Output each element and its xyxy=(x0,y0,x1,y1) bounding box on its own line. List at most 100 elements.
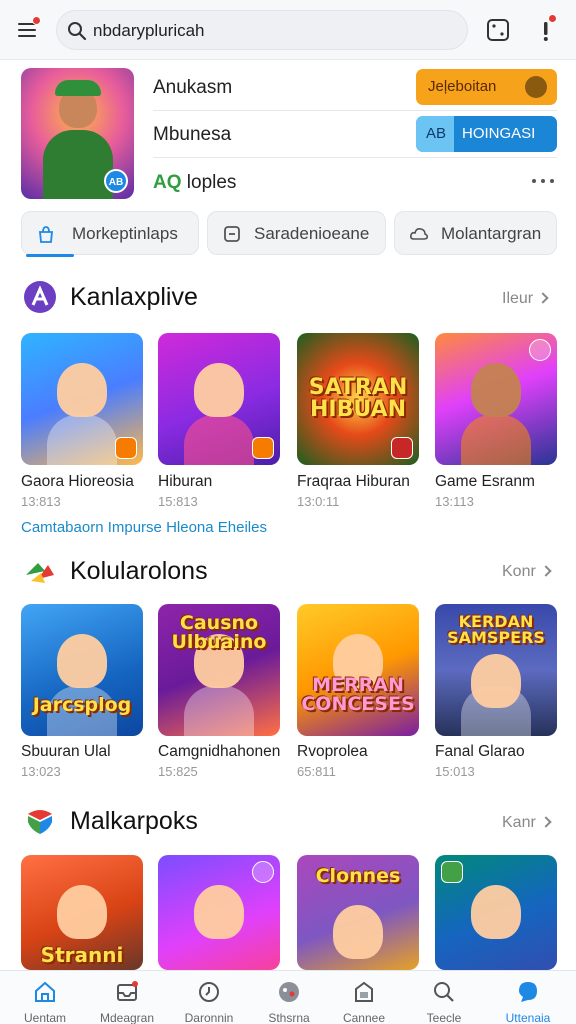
stat-prefix: AQ xyxy=(153,172,182,193)
secondary-action-prefix: AB xyxy=(426,125,447,142)
secondary-action-button[interactable]: AB HOINGASI xyxy=(416,116,557,152)
game-time: 15:813 xyxy=(158,494,198,509)
game-badge-icon xyxy=(529,339,551,361)
notification-dot xyxy=(548,14,557,23)
game-thumbnail: SATRAN HIBUAN xyxy=(297,333,419,465)
game-art-title: Causno Ulbuaino xyxy=(171,612,267,653)
more-label: Kanr xyxy=(502,814,536,831)
hamburger-menu-icon[interactable] xyxy=(14,16,42,44)
game-art-title: SATRAN HIBUAN xyxy=(308,375,408,422)
nav-item-2[interactable]: Daronnin xyxy=(168,971,250,1024)
top-bar xyxy=(0,0,576,60)
search-bar[interactable] xyxy=(56,10,468,50)
nav-label: Mdeagran xyxy=(99,1011,155,1024)
section-title: Malkarpoks xyxy=(70,807,198,835)
secondary-action-label: HOINGASI xyxy=(462,125,536,142)
game-time: 13:0:11 xyxy=(297,494,340,509)
search-icon xyxy=(434,982,454,1002)
inbox-icon xyxy=(117,981,138,1001)
game-thumbnail xyxy=(158,855,280,970)
store-icon xyxy=(355,981,373,1002)
more-label: Konr xyxy=(502,563,536,580)
active-chip-indicator xyxy=(26,254,74,257)
game-title: Sbuuran Ulal xyxy=(21,743,111,760)
nav-label: Sthsrna xyxy=(268,1011,310,1024)
game-time: 13:023 xyxy=(21,764,61,779)
game-title: Rvoprolea xyxy=(297,743,368,760)
chip-tab-1[interactable]: Saradenioeane xyxy=(207,211,386,255)
notification-icon[interactable] xyxy=(532,14,560,44)
game-time: 65:811 xyxy=(297,764,336,779)
flame-icon xyxy=(525,76,547,98)
game-time: 13:813 xyxy=(21,494,61,509)
colorful-bird-icon xyxy=(23,555,57,589)
game-time: 13:113 xyxy=(435,494,474,509)
game-title: Fraqraa Hiburan xyxy=(297,473,410,490)
nav-item-5[interactable]: Teecle xyxy=(403,971,485,1024)
bottom-navigation: Uentam Mdeagran Daronnin Sthsrna Cannee xyxy=(0,970,576,1024)
divider xyxy=(153,157,557,158)
nav-label: Uentam xyxy=(23,1011,67,1024)
game-title: Gaora Hioreosia xyxy=(21,473,134,490)
primary-action-label: Jeļeboitan xyxy=(428,78,497,95)
chip-label: Morkeptinlaps xyxy=(72,224,178,243)
game-badge-icon xyxy=(441,861,463,883)
divider xyxy=(153,110,557,111)
cloud-icon xyxy=(410,228,429,240)
game-badge-icon xyxy=(115,437,137,459)
game-thumbnail: Clonnes xyxy=(297,855,419,970)
profile-avatar[interactable]: AB xyxy=(21,68,134,199)
chevron-right-icon xyxy=(540,565,552,577)
nav-item-1[interactable]: Mdeagran xyxy=(86,971,168,1024)
game-art-title: KERDAN SAMSPERS xyxy=(447,612,545,647)
nav-item-4[interactable]: Cannee xyxy=(323,971,405,1024)
a-logo-icon xyxy=(23,280,57,314)
game-thumbnail xyxy=(435,333,557,465)
chevron-right-icon xyxy=(540,816,552,828)
chip-tab-0[interactable]: Morkeptinlaps xyxy=(21,211,199,255)
profile-stat: AQ loples xyxy=(153,172,236,194)
more-label: Ileur xyxy=(502,290,534,307)
game-thumbnail: Jarcsplog xyxy=(21,604,143,736)
colorful-shield-icon xyxy=(23,804,57,838)
nav-label: Daronnin xyxy=(184,1011,234,1024)
dice-icon[interactable] xyxy=(484,16,512,44)
game-badge-icon xyxy=(252,861,274,883)
game-art-title: Jarcsplog xyxy=(32,694,132,716)
game-thumbnail: Stranni xyxy=(21,855,143,970)
section-more-link[interactable]: Kanr xyxy=(502,814,552,832)
section-title: Kanlaxplive xyxy=(70,283,198,311)
bag-icon xyxy=(39,226,53,243)
stat-label: loples xyxy=(186,172,237,193)
game-title: Camgnidhahonen xyxy=(158,743,281,760)
clock-icon xyxy=(199,982,219,1002)
game-globe-icon xyxy=(279,982,299,1002)
chip-tab-2[interactable]: Molantargran xyxy=(394,211,557,255)
game-title: Game Esranm xyxy=(435,473,535,490)
search-input[interactable] xyxy=(93,17,453,45)
section-title: Kolularolons xyxy=(70,557,208,585)
box-icon xyxy=(224,226,240,242)
game-time: 15:825 xyxy=(158,764,198,779)
search-icon xyxy=(68,22,87,41)
nav-label: Uttenaia xyxy=(505,1011,551,1024)
more-options-icon[interactable] xyxy=(530,172,556,190)
profile-name: Anukasm xyxy=(153,77,233,98)
game-thumbnail xyxy=(435,855,557,970)
primary-action-button[interactable]: Jeļeboitan xyxy=(416,69,557,105)
game-title: Fanal Glarao xyxy=(435,743,525,760)
profile-subtitle: Mbunesa xyxy=(153,124,232,145)
game-art-title: MERRAN CONCESES xyxy=(301,674,415,715)
profile-bubble-icon xyxy=(519,982,537,1002)
avatar-badge: AB xyxy=(104,169,128,193)
nav-item-0[interactable]: Uentam xyxy=(4,971,86,1024)
game-badge-icon xyxy=(252,437,274,459)
section-link[interactable]: Camtabaorn Impurse Hleona Eheiles xyxy=(21,519,267,536)
game-thumbnail: MERRAN CONCESES xyxy=(297,604,419,736)
game-badge-icon xyxy=(391,437,413,459)
game-thumbnail xyxy=(21,333,143,465)
section-more-link[interactable]: Konr xyxy=(502,563,552,581)
nav-item-6[interactable]: Uttenaia xyxy=(487,971,569,1024)
nav-item-3[interactable]: Sthsrna xyxy=(248,971,330,1024)
section-more-link[interactable]: Ileur xyxy=(502,290,549,308)
